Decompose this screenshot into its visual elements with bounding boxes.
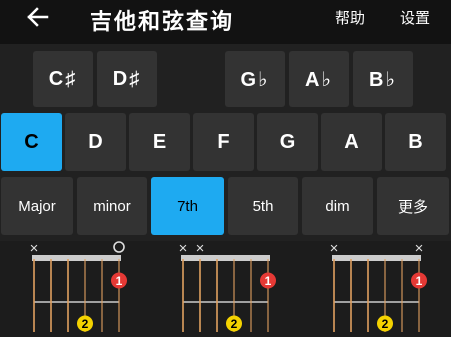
mute-icon: × — [196, 241, 205, 257]
key-d-sharp[interactable]: D♯ — [97, 51, 157, 107]
open-string-icon — [113, 241, 125, 253]
quality-dim[interactable]: dim — [302, 177, 373, 235]
finger-number: 2 — [82, 317, 89, 331]
quality-more[interactable]: 更多 — [377, 177, 449, 235]
mute-icon: × — [330, 241, 339, 257]
mute-icon: × — [415, 241, 424, 257]
finger-number: 1 — [416, 274, 423, 288]
key-b[interactable]: B — [385, 113, 446, 171]
quality-minor[interactable]: minor — [77, 177, 147, 235]
nut — [181, 255, 270, 261]
help-button[interactable]: 帮助 — [335, 7, 365, 28]
mute-icon: × — [179, 241, 188, 257]
key-c-sharp[interactable]: C♯ — [33, 51, 93, 107]
finger-number: 1 — [265, 274, 272, 288]
key-e[interactable]: E — [129, 113, 190, 171]
quality-5th[interactable]: 5th — [228, 177, 298, 235]
finger-number: 2 — [382, 317, 389, 331]
quality-major[interactable]: Major — [1, 177, 73, 235]
mute-icon: × — [30, 241, 39, 257]
key-c[interactable]: C — [1, 113, 62, 171]
key-g-flat[interactable]: G♭ — [225, 51, 285, 107]
app-bar: 吉他和弦查询 帮助 设置 — [0, 0, 451, 44]
key-g[interactable]: G — [257, 113, 318, 171]
settings-button[interactable]: 设置 — [400, 7, 430, 28]
key-d[interactable]: D — [65, 113, 126, 171]
nut — [332, 255, 421, 261]
chord-diagrams-canvas: × 1 2 × × 1 2 × × 1 2 — [30, 240, 427, 336]
page-title: 吉他和弦查询 — [90, 9, 235, 34]
finger-number: 1 — [116, 274, 123, 288]
chord-selector: C♯ D♯ G♭ A♭ B♭ C D E F G A B Major minor… — [0, 44, 451, 241]
quality-7th[interactable]: 7th — [151, 177, 224, 235]
key-a[interactable]: A — [321, 113, 382, 171]
key-b-flat[interactable]: B♭ — [353, 51, 413, 107]
back-arrow-icon[interactable] — [22, 4, 52, 30]
key-a-flat[interactable]: A♭ — [289, 51, 349, 107]
chord-diagrams: × 1 2 × × 1 2 × × 1 2 — [0, 240, 451, 336]
nut — [32, 255, 121, 261]
finger-number: 2 — [231, 317, 238, 331]
key-f[interactable]: F — [193, 113, 254, 171]
